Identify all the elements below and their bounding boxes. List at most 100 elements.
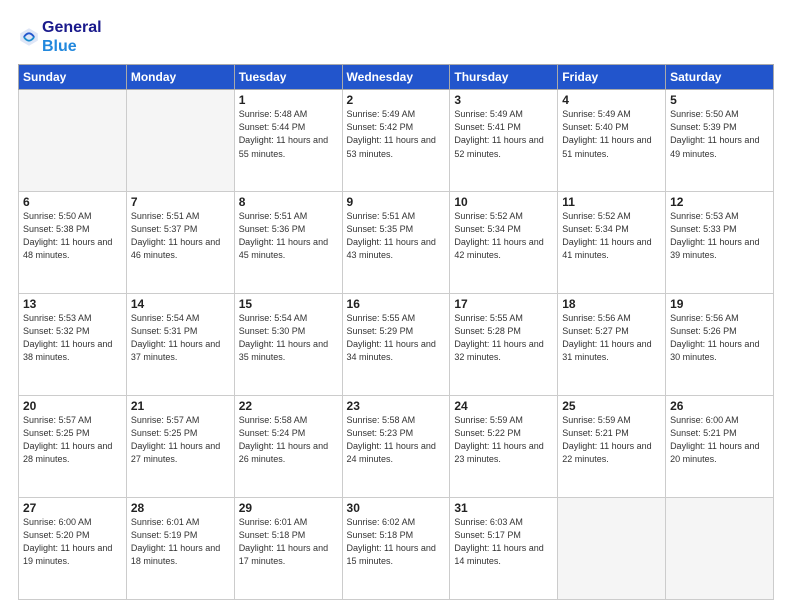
weekday-thursday: Thursday [450, 65, 558, 90]
day-info: Sunrise: 5:59 AMSunset: 5:21 PMDaylight:… [562, 415, 651, 464]
day-info: Sunrise: 5:53 AMSunset: 5:33 PMDaylight:… [670, 211, 759, 260]
calendar-cell: 20 Sunrise: 5:57 AMSunset: 5:25 PMDaylig… [19, 396, 127, 498]
calendar-cell: 21 Sunrise: 5:57 AMSunset: 5:25 PMDaylig… [126, 396, 234, 498]
day-number: 19 [670, 297, 769, 311]
day-info: Sunrise: 5:52 AMSunset: 5:34 PMDaylight:… [454, 211, 543, 260]
logo: General Blue [18, 18, 102, 56]
day-info: Sunrise: 6:01 AMSunset: 5:18 PMDaylight:… [239, 517, 328, 566]
day-info: Sunrise: 6:00 AMSunset: 5:20 PMDaylight:… [23, 517, 112, 566]
day-number: 8 [239, 195, 338, 209]
day-info: Sunrise: 5:54 AMSunset: 5:30 PMDaylight:… [239, 313, 328, 362]
day-number: 5 [670, 93, 769, 107]
day-info: Sunrise: 5:57 AMSunset: 5:25 PMDaylight:… [131, 415, 220, 464]
calendar-cell: 29 Sunrise: 6:01 AMSunset: 5:18 PMDaylig… [234, 498, 342, 600]
day-number: 26 [670, 399, 769, 413]
calendar-cell: 14 Sunrise: 5:54 AMSunset: 5:31 PMDaylig… [126, 294, 234, 396]
day-info: Sunrise: 6:02 AMSunset: 5:18 PMDaylight:… [347, 517, 436, 566]
day-info: Sunrise: 5:56 AMSunset: 5:27 PMDaylight:… [562, 313, 651, 362]
calendar-cell: 22 Sunrise: 5:58 AMSunset: 5:24 PMDaylig… [234, 396, 342, 498]
day-number: 22 [239, 399, 338, 413]
weekday-monday: Monday [126, 65, 234, 90]
week-row-3: 20 Sunrise: 5:57 AMSunset: 5:25 PMDaylig… [19, 396, 774, 498]
day-number: 23 [347, 399, 446, 413]
calendar-cell: 10 Sunrise: 5:52 AMSunset: 5:34 PMDaylig… [450, 192, 558, 294]
calendar-cell: 31 Sunrise: 6:03 AMSunset: 5:17 PMDaylig… [450, 498, 558, 600]
day-info: Sunrise: 6:03 AMSunset: 5:17 PMDaylight:… [454, 517, 543, 566]
week-row-0: 1 Sunrise: 5:48 AMSunset: 5:44 PMDayligh… [19, 90, 774, 192]
weekday-friday: Friday [558, 65, 666, 90]
calendar-cell [558, 498, 666, 600]
day-info: Sunrise: 5:59 AMSunset: 5:22 PMDaylight:… [454, 415, 543, 464]
day-number: 20 [23, 399, 122, 413]
calendar-cell: 23 Sunrise: 5:58 AMSunset: 5:23 PMDaylig… [342, 396, 450, 498]
day-number: 29 [239, 501, 338, 515]
calendar-cell [666, 498, 774, 600]
calendar-cell [19, 90, 127, 192]
weekday-header-row: SundayMondayTuesdayWednesdayThursdayFrid… [19, 65, 774, 90]
day-info: Sunrise: 5:49 AMSunset: 5:41 PMDaylight:… [454, 109, 543, 158]
day-info: Sunrise: 5:58 AMSunset: 5:24 PMDaylight:… [239, 415, 328, 464]
day-info: Sunrise: 5:49 AMSunset: 5:40 PMDaylight:… [562, 109, 651, 158]
day-info: Sunrise: 5:51 AMSunset: 5:35 PMDaylight:… [347, 211, 436, 260]
day-info: Sunrise: 5:53 AMSunset: 5:32 PMDaylight:… [23, 313, 112, 362]
day-number: 14 [131, 297, 230, 311]
calendar-cell: 16 Sunrise: 5:55 AMSunset: 5:29 PMDaylig… [342, 294, 450, 396]
day-number: 25 [562, 399, 661, 413]
day-number: 31 [454, 501, 553, 515]
day-info: Sunrise: 5:50 AMSunset: 5:39 PMDaylight:… [670, 109, 759, 158]
calendar-cell: 27 Sunrise: 6:00 AMSunset: 5:20 PMDaylig… [19, 498, 127, 600]
day-number: 21 [131, 399, 230, 413]
calendar-cell: 24 Sunrise: 5:59 AMSunset: 5:22 PMDaylig… [450, 396, 558, 498]
calendar-cell: 2 Sunrise: 5:49 AMSunset: 5:42 PMDayligh… [342, 90, 450, 192]
calendar-cell: 12 Sunrise: 5:53 AMSunset: 5:33 PMDaylig… [666, 192, 774, 294]
day-info: Sunrise: 5:56 AMSunset: 5:26 PMDaylight:… [670, 313, 759, 362]
calendar-cell: 30 Sunrise: 6:02 AMSunset: 5:18 PMDaylig… [342, 498, 450, 600]
day-info: Sunrise: 5:57 AMSunset: 5:25 PMDaylight:… [23, 415, 112, 464]
calendar-cell: 6 Sunrise: 5:50 AMSunset: 5:38 PMDayligh… [19, 192, 127, 294]
calendar-cell: 25 Sunrise: 5:59 AMSunset: 5:21 PMDaylig… [558, 396, 666, 498]
calendar-cell: 3 Sunrise: 5:49 AMSunset: 5:41 PMDayligh… [450, 90, 558, 192]
day-number: 10 [454, 195, 553, 209]
calendar-cell: 15 Sunrise: 5:54 AMSunset: 5:30 PMDaylig… [234, 294, 342, 396]
day-number: 9 [347, 195, 446, 209]
day-number: 27 [23, 501, 122, 515]
day-number: 6 [23, 195, 122, 209]
day-info: Sunrise: 5:55 AMSunset: 5:29 PMDaylight:… [347, 313, 436, 362]
day-number: 2 [347, 93, 446, 107]
day-info: Sunrise: 5:49 AMSunset: 5:42 PMDaylight:… [347, 109, 436, 158]
day-info: Sunrise: 6:01 AMSunset: 5:19 PMDaylight:… [131, 517, 220, 566]
day-info: Sunrise: 5:51 AMSunset: 5:37 PMDaylight:… [131, 211, 220, 260]
day-number: 28 [131, 501, 230, 515]
day-info: Sunrise: 5:50 AMSunset: 5:38 PMDaylight:… [23, 211, 112, 260]
day-number: 4 [562, 93, 661, 107]
day-number: 17 [454, 297, 553, 311]
calendar-cell: 26 Sunrise: 6:00 AMSunset: 5:21 PMDaylig… [666, 396, 774, 498]
day-number: 11 [562, 195, 661, 209]
day-info: Sunrise: 5:48 AMSunset: 5:44 PMDaylight:… [239, 109, 328, 158]
weekday-sunday: Sunday [19, 65, 127, 90]
weekday-tuesday: Tuesday [234, 65, 342, 90]
day-number: 15 [239, 297, 338, 311]
day-info: Sunrise: 6:00 AMSunset: 5:21 PMDaylight:… [670, 415, 759, 464]
logo-icon [18, 26, 40, 48]
day-number: 7 [131, 195, 230, 209]
weekday-wednesday: Wednesday [342, 65, 450, 90]
weekday-saturday: Saturday [666, 65, 774, 90]
calendar-cell: 17 Sunrise: 5:55 AMSunset: 5:28 PMDaylig… [450, 294, 558, 396]
calendar-cell [126, 90, 234, 192]
calendar-cell: 13 Sunrise: 5:53 AMSunset: 5:32 PMDaylig… [19, 294, 127, 396]
day-number: 16 [347, 297, 446, 311]
calendar-body: 1 Sunrise: 5:48 AMSunset: 5:44 PMDayligh… [19, 90, 774, 600]
calendar-cell: 5 Sunrise: 5:50 AMSunset: 5:39 PMDayligh… [666, 90, 774, 192]
week-row-2: 13 Sunrise: 5:53 AMSunset: 5:32 PMDaylig… [19, 294, 774, 396]
calendar-cell: 9 Sunrise: 5:51 AMSunset: 5:35 PMDayligh… [342, 192, 450, 294]
calendar-cell: 4 Sunrise: 5:49 AMSunset: 5:40 PMDayligh… [558, 90, 666, 192]
day-info: Sunrise: 5:55 AMSunset: 5:28 PMDaylight:… [454, 313, 543, 362]
day-info: Sunrise: 5:51 AMSunset: 5:36 PMDaylight:… [239, 211, 328, 260]
day-number: 1 [239, 93, 338, 107]
calendar-table: SundayMondayTuesdayWednesdayThursdayFrid… [18, 64, 774, 600]
logo-text: General Blue [42, 18, 102, 56]
week-row-4: 27 Sunrise: 6:00 AMSunset: 5:20 PMDaylig… [19, 498, 774, 600]
day-number: 12 [670, 195, 769, 209]
calendar-cell: 18 Sunrise: 5:56 AMSunset: 5:27 PMDaylig… [558, 294, 666, 396]
